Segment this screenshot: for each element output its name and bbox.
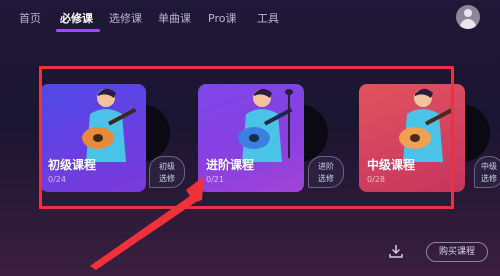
tab-required[interactable]: 必修课: [60, 10, 93, 26]
elective-badge-beginner[interactable]: 初级 选修: [149, 156, 185, 188]
elective-label: 进阶 选修: [318, 162, 334, 183]
elective-label: 中级 选修: [481, 162, 497, 183]
avatar-head: [464, 9, 472, 17]
guitarist-illustration: [238, 88, 293, 162]
course-card-beginner[interactable]: 初级课程 0/24: [40, 84, 146, 192]
tab-single-song[interactable]: 单曲课: [158, 10, 191, 26]
guitarist-illustration: [399, 88, 454, 162]
download-icon[interactable]: [388, 243, 404, 259]
avatar[interactable]: [456, 5, 480, 29]
elective-badge-advanced[interactable]: 进阶 选修: [308, 156, 344, 188]
buy-course-button[interactable]: 购买课程: [426, 242, 488, 262]
course-title: 进阶课程: [206, 158, 255, 172]
course-card-intermediate[interactable]: 中级课程 0/28: [359, 84, 465, 192]
guitarist-illustration: [82, 88, 137, 162]
active-tab-indicator: [56, 29, 100, 32]
tab-tools[interactable]: 工具: [257, 10, 279, 26]
avatar-body: [460, 19, 476, 29]
course-progress: 0/28: [367, 175, 385, 184]
course-title: 中级课程: [367, 158, 416, 172]
tab-home[interactable]: 首页: [19, 10, 41, 26]
course-card-advanced[interactable]: 进阶课程 0/21: [198, 84, 304, 192]
course-progress: 0/24: [48, 175, 66, 184]
course-progress: 0/21: [206, 175, 224, 184]
elective-badge-intermediate[interactable]: 中级 选修: [474, 156, 500, 188]
elective-label: 初级 选修: [159, 162, 175, 183]
course-title: 初级课程: [48, 158, 97, 172]
tab-elective[interactable]: 选修课: [109, 10, 142, 26]
tab-pro[interactable]: Pro课: [208, 10, 236, 26]
top-nav: 首页 必修课 选修课 单曲课 Pro课 工具: [0, 0, 500, 34]
